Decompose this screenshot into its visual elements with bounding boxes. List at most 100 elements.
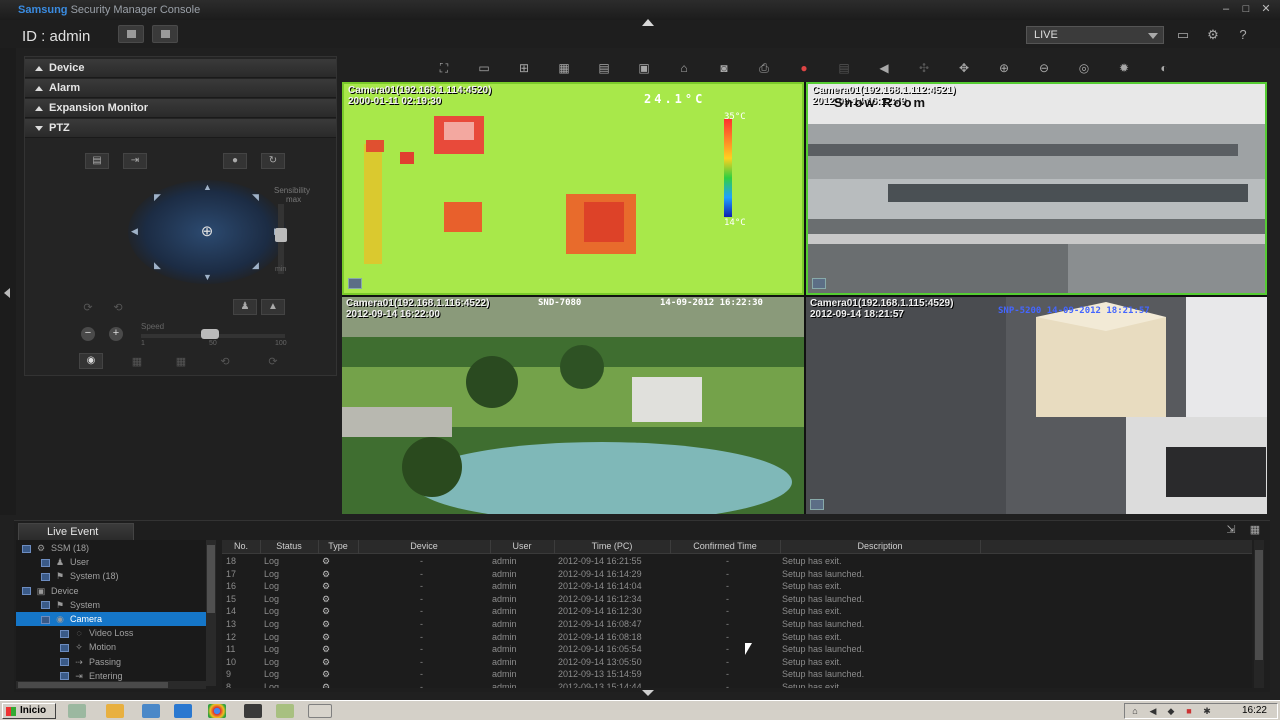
snapshot-icon[interactable]: ◙ (713, 60, 735, 76)
table-row[interactable]: 8 Log ⚙ - admin 2012-09-13 15:14:44 - Setup has… (222, 682, 1252, 688)
person-button[interactable]: ♟ (233, 299, 257, 315)
lock-button[interactable] (152, 25, 178, 43)
zoom-in-icon[interactable]: + (109, 327, 123, 341)
table-row[interactable]: 18 Log ⚙ - admin 2012-09-14 16:21:55 - Setup ha… (222, 556, 1252, 569)
ptz-up-left-icon[interactable]: ◤ (154, 192, 161, 203)
speed-slider-thumb[interactable] (201, 329, 219, 339)
record-path-button[interactable]: ● (223, 153, 247, 169)
tree-checkbox[interactable] (60, 644, 69, 653)
zoom-in-toolbar-icon[interactable]: ⊕ (993, 60, 1015, 76)
layout-9-icon[interactable]: ▦ (553, 60, 575, 76)
tray-av-icon[interactable]: ■ (1183, 706, 1195, 717)
camera-tile-4[interactable]: Camera01(192.168.1.115:4529) 2012-09-14 … (806, 297, 1267, 514)
focus-near-icon[interactable]: ⟳ (81, 302, 95, 314)
close-icon[interactable]: ✕ (1258, 2, 1274, 16)
brightness-icon[interactable]: ✹ (1113, 60, 1135, 76)
tree-node[interactable]: ⇢ Passing (16, 655, 206, 669)
column-header[interactable]: No. (222, 541, 260, 551)
folder-icon[interactable] (106, 704, 124, 718)
print-icon[interactable]: ⎙ (753, 60, 775, 76)
tree-checkbox[interactable] (41, 615, 50, 624)
help-icon[interactable]: ? (1232, 26, 1254, 44)
section-ptz[interactable]: PTZ (25, 119, 336, 138)
pin-icon[interactable]: ⇲ (1222, 523, 1240, 537)
table-row[interactable]: 11 Log ⚙ - admin 2012-09-14 16:05:54 - Setup ha… (222, 644, 1252, 657)
table-row[interactable]: 13 Log ⚙ - admin 2012-09-14 16:08:47 - Setup ha… (222, 619, 1252, 632)
tray-network-icon[interactable]: ⌂ (1129, 706, 1141, 717)
table-row[interactable]: 9 Log ⚙ - admin 2012-09-13 15:14:59 - Setup has… (222, 669, 1252, 682)
tree-node[interactable]: ⚑ System (16, 598, 206, 612)
preset-list-button[interactable]: ▤ (85, 153, 109, 169)
swing-button[interactable]: ⇥ (123, 153, 147, 169)
tree-checkbox[interactable] (41, 601, 50, 610)
mode-select[interactable]: LIVE (1026, 26, 1164, 44)
focus-far-icon[interactable]: ⟲ (111, 302, 125, 314)
screen-icon[interactable]: ▭ (1172, 26, 1194, 44)
left-collapse-bar[interactable] (0, 48, 16, 515)
tree-checkbox[interactable] (22, 587, 31, 596)
aux4-icon[interactable]: ⟳ (266, 356, 280, 368)
tree-h-scrollbar[interactable] (16, 681, 206, 689)
tilt-up-button[interactable]: ▲ (261, 299, 285, 315)
aux3-icon[interactable]: ⟲ (218, 356, 232, 368)
zoom-out-icon[interactable]: − (81, 327, 95, 341)
sequence-icon[interactable]: ▣ (633, 60, 655, 76)
start-button[interactable]: Inicio (2, 703, 56, 719)
table-scrollbar-thumb[interactable] (1255, 550, 1263, 660)
column-header[interactable]: Device (358, 541, 490, 551)
table-row[interactable]: 15 Log ⚙ - admin 2012-09-14 16:12:34 - Setup ha… (222, 594, 1252, 607)
ptz-down-left-icon[interactable]: ◣ (154, 260, 161, 271)
column-header[interactable]: Type (318, 541, 358, 551)
save-layout-icon[interactable]: ⌂ (673, 60, 695, 76)
camera-tile-2[interactable]: Camera01(192.168.1.112:4521) 2012-09-14 … (806, 82, 1267, 295)
view-button[interactable]: ◉ (79, 353, 103, 369)
ptz-home-icon[interactable]: ⊕ (197, 224, 217, 240)
collapse-top-icon[interactable] (642, 19, 654, 26)
tree-checkbox[interactable] (60, 629, 69, 638)
tree-checkbox[interactable] (41, 573, 50, 582)
section-alarm[interactable]: Alarm (25, 79, 336, 98)
chrome-icon[interactable] (208, 704, 226, 718)
ptz-joystick[interactable]: ▲ ▼ ◀ ▶ ◤ ◥ ◣ ◢ ⊕ (128, 180, 286, 284)
aux2-icon[interactable]: ▦ (174, 356, 188, 368)
table-scrollbar[interactable] (1254, 540, 1264, 688)
explorer-icon[interactable] (142, 704, 160, 718)
record-icon[interactable]: ● (793, 60, 815, 76)
table-row[interactable]: 16 Log ⚙ - admin 2012-09-14 16:14:04 - Setup ha… (222, 581, 1252, 594)
tab-live-event[interactable]: Live Event (18, 523, 134, 540)
tray-volume-icon[interactable]: ◀ (1147, 706, 1159, 717)
tree-node[interactable]: ⚙ SSM (18) (16, 541, 206, 555)
tree-node[interactable]: ✧ Motion (16, 640, 206, 654)
tree-checkbox[interactable] (60, 658, 69, 667)
media-icon[interactable] (244, 704, 262, 718)
column-header[interactable]: Status (260, 541, 318, 551)
ptz-up-right-icon[interactable]: ◥ (252, 192, 259, 203)
ptz-down-right-icon[interactable]: ◢ (252, 260, 259, 271)
collapse-bottom-icon[interactable] (642, 690, 654, 696)
event-list-icon[interactable]: ▦ (1246, 523, 1264, 537)
camera-tile-3[interactable]: Camera01(192.168.1.116:4522) 2012-09-14 … (342, 297, 804, 514)
sensibility-slider-thumb[interactable] (275, 228, 287, 242)
tray-security-icon[interactable]: ◆ (1165, 706, 1177, 717)
tree-checkbox[interactable] (41, 558, 50, 567)
table-row[interactable]: 10 Log ⚙ - admin 2012-09-14 13:05:50 - Setup ha… (222, 657, 1252, 670)
desktop-icon[interactable] (68, 704, 86, 718)
layout-1-icon[interactable]: ▭ (473, 60, 495, 76)
image-viewer-icon[interactable] (276, 704, 294, 718)
zoom-out-toolbar-icon[interactable]: ⊖ (1033, 60, 1055, 76)
table-row[interactable]: 17 Log ⚙ - admin 2012-09-14 16:14:29 - Setup ha… (222, 569, 1252, 582)
aux1-icon[interactable]: ▦ (130, 356, 144, 368)
mic-icon[interactable]: ✣ (913, 60, 935, 76)
user-settings-button[interactable] (118, 25, 144, 43)
tree-checkbox[interactable] (22, 544, 31, 553)
layout-16-icon[interactable]: ▤ (593, 60, 615, 76)
zoom-fit-icon[interactable]: ◎ (1073, 60, 1095, 76)
column-header[interactable]: User (490, 541, 554, 551)
collapse-left-icon[interactable] (4, 288, 10, 298)
tree-node[interactable]: ◌ Video Loss (16, 626, 206, 640)
playback-icon[interactable]: ▤ (833, 60, 855, 76)
maximize-icon[interactable]: □ (1238, 2, 1254, 16)
fullscreen-icon[interactable]: ⛶ (433, 60, 455, 76)
ptz-down-icon[interactable]: ▼ (203, 272, 212, 282)
column-header[interactable]: Time (PC) (554, 541, 670, 551)
